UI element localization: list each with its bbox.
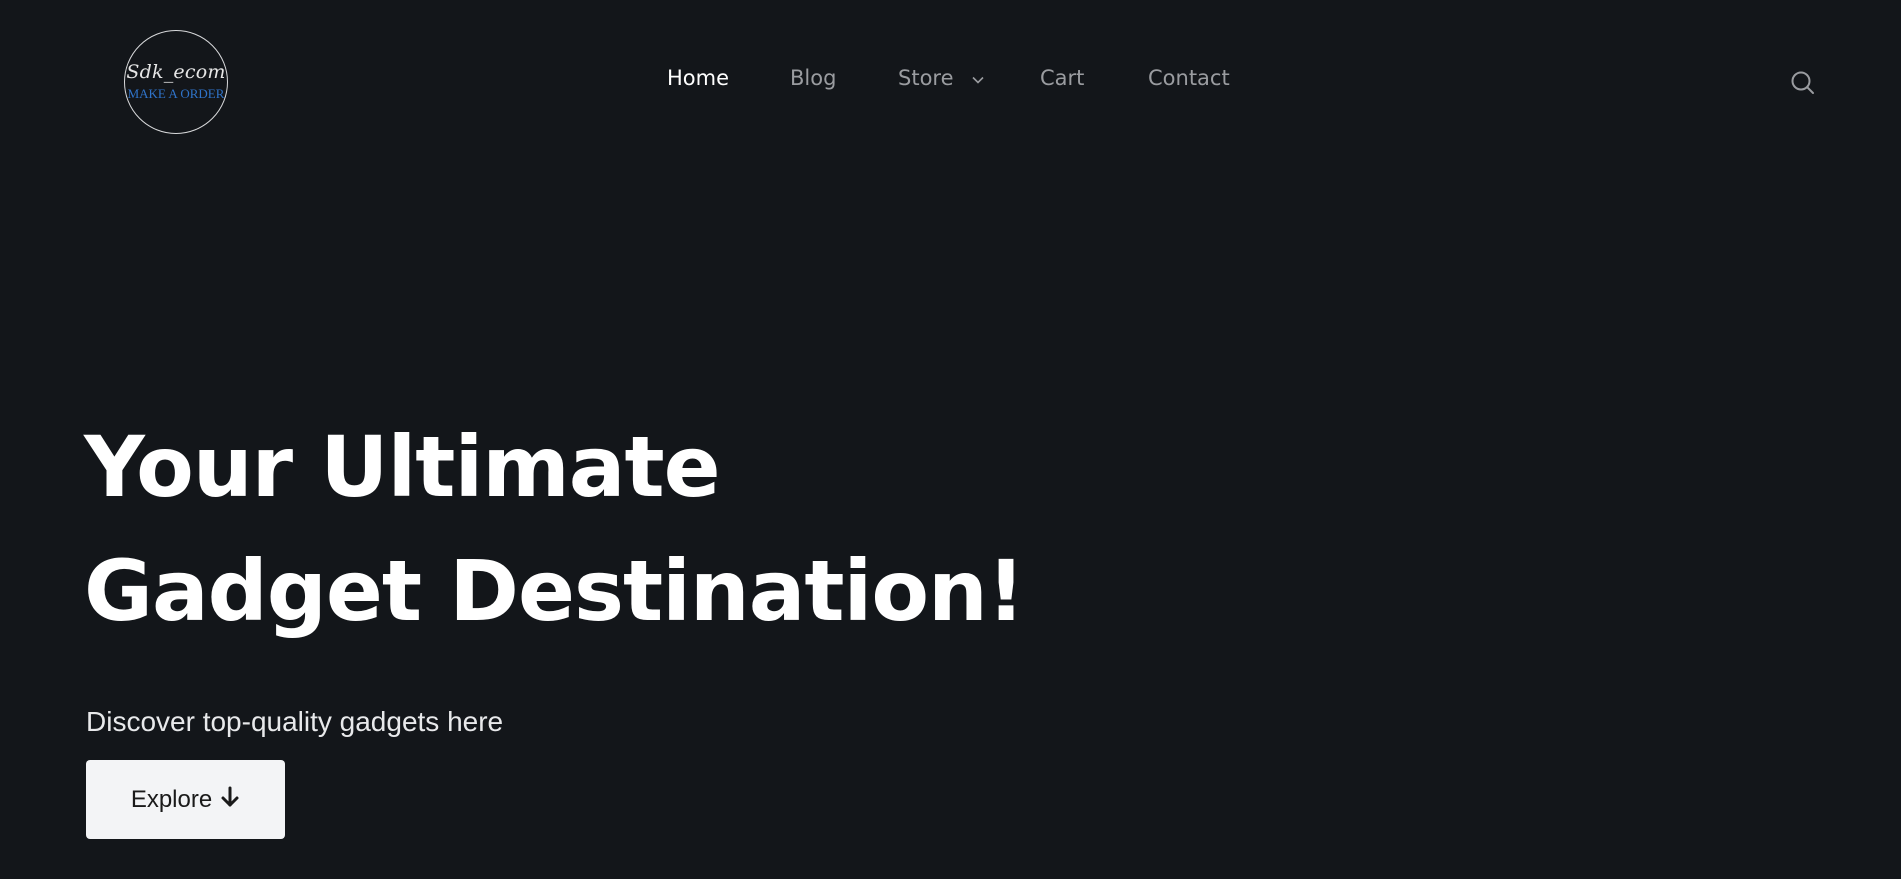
- hero-title-line-1: Your Ultimate: [84, 418, 721, 516]
- explore-button-label: Explore: [130, 785, 213, 813]
- logo-subtitle: MAKE A ORDER: [127, 86, 225, 101]
- search-icon: [1791, 71, 1814, 94]
- search-button[interactable]: [1790, 70, 1816, 96]
- explore-button[interactable]: Explore: [86, 760, 285, 839]
- page: Sdk_ecom MAKE A ORDER Home Blog Store Ca…: [0, 0, 1901, 879]
- hero-subtitle: Discover top-quality gadgets here: [86, 706, 504, 737]
- hero-title: Your Ultimate Gadget Destination!: [84, 405, 1025, 653]
- site-logo[interactable]: Sdk_ecom MAKE A ORDER: [124, 30, 228, 134]
- site-header: Sdk_ecom MAKE A ORDER Home Blog Store Ca…: [0, 0, 1901, 165]
- logo-script-text: Sdk_ecom: [126, 61, 226, 83]
- arrow-down-icon: [220, 786, 240, 815]
- nav-item-store[interactable]: Store: [898, 66, 984, 91]
- nav-item-contact[interactable]: Contact: [1148, 66, 1230, 90]
- nav-item-home[interactable]: Home: [667, 66, 729, 90]
- nav-item-cart[interactable]: Cart: [1040, 66, 1084, 90]
- chevron-down-icon: [972, 65, 984, 89]
- nav-item-store-label: Store: [898, 66, 954, 90]
- nav-item-blog[interactable]: Blog: [790, 66, 836, 90]
- hero-title-line-2: Gadget Destination!: [84, 542, 1025, 640]
